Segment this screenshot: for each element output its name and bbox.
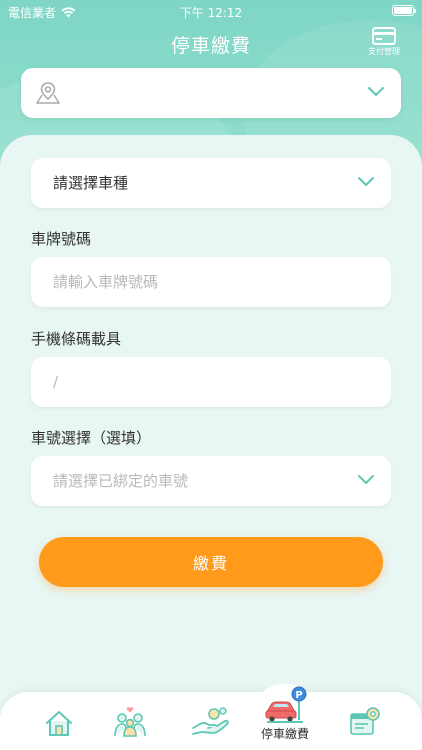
vehicle-type-select[interactable]: 請選擇車種 [31,158,391,208]
plate-placeholder: 請輸入車牌號碼 [53,273,159,291]
form-panel [0,135,422,715]
tab-payments[interactable] [187,692,235,750]
svg-text:P: P [295,690,302,701]
chevron-down-icon [358,475,374,484]
tab-settings[interactable] [344,692,386,750]
carrier-label: 手機條碼載具 [31,330,122,348]
car-number-select[interactable]: 請選擇已綁定的車號 [31,456,391,506]
chevron-down-icon [358,177,374,186]
pay-management-label: 支付管理 [368,47,400,56]
battery-icon [392,5,416,16]
tab-parking-payment[interactable]: P 停車繳費 [258,686,312,750]
carrier-value: / [53,373,59,391]
pay-button[interactable]: 繳費 [39,537,383,587]
tab-home[interactable] [38,692,80,750]
tab-parking-payment-label: 停車繳費 [260,727,309,741]
home-icon [46,711,72,736]
plate-input[interactable]: 請輸入車牌號碼 [31,257,391,307]
status-time: 下午 12:12 [179,6,243,20]
tab-family[interactable] [108,692,152,750]
parking-car-icon: P [265,686,307,723]
status-bar: 電信業者 下午 12:12 [0,0,422,22]
vehicle-type-value: 請選擇車種 [53,174,129,192]
carrier-input[interactable]: / [31,357,391,407]
car-number-placeholder: 請選擇已綁定的車號 [53,472,189,490]
pay-management-button[interactable]: 支付管理 [364,27,404,57]
settings-bill-icon [350,707,380,735]
hand-coins-icon [192,707,229,735]
location-select[interactable] [21,68,401,118]
map-pin-icon [36,82,60,104]
family-icon [114,707,146,737]
credit-card-icon [372,27,396,45]
chevron-down-icon [368,87,384,96]
bottom-tab-bar: P 停車繳費 [0,684,422,750]
car-number-label: 車號選擇（選填） [31,429,152,447]
plate-label: 車牌號碼 [31,230,92,248]
